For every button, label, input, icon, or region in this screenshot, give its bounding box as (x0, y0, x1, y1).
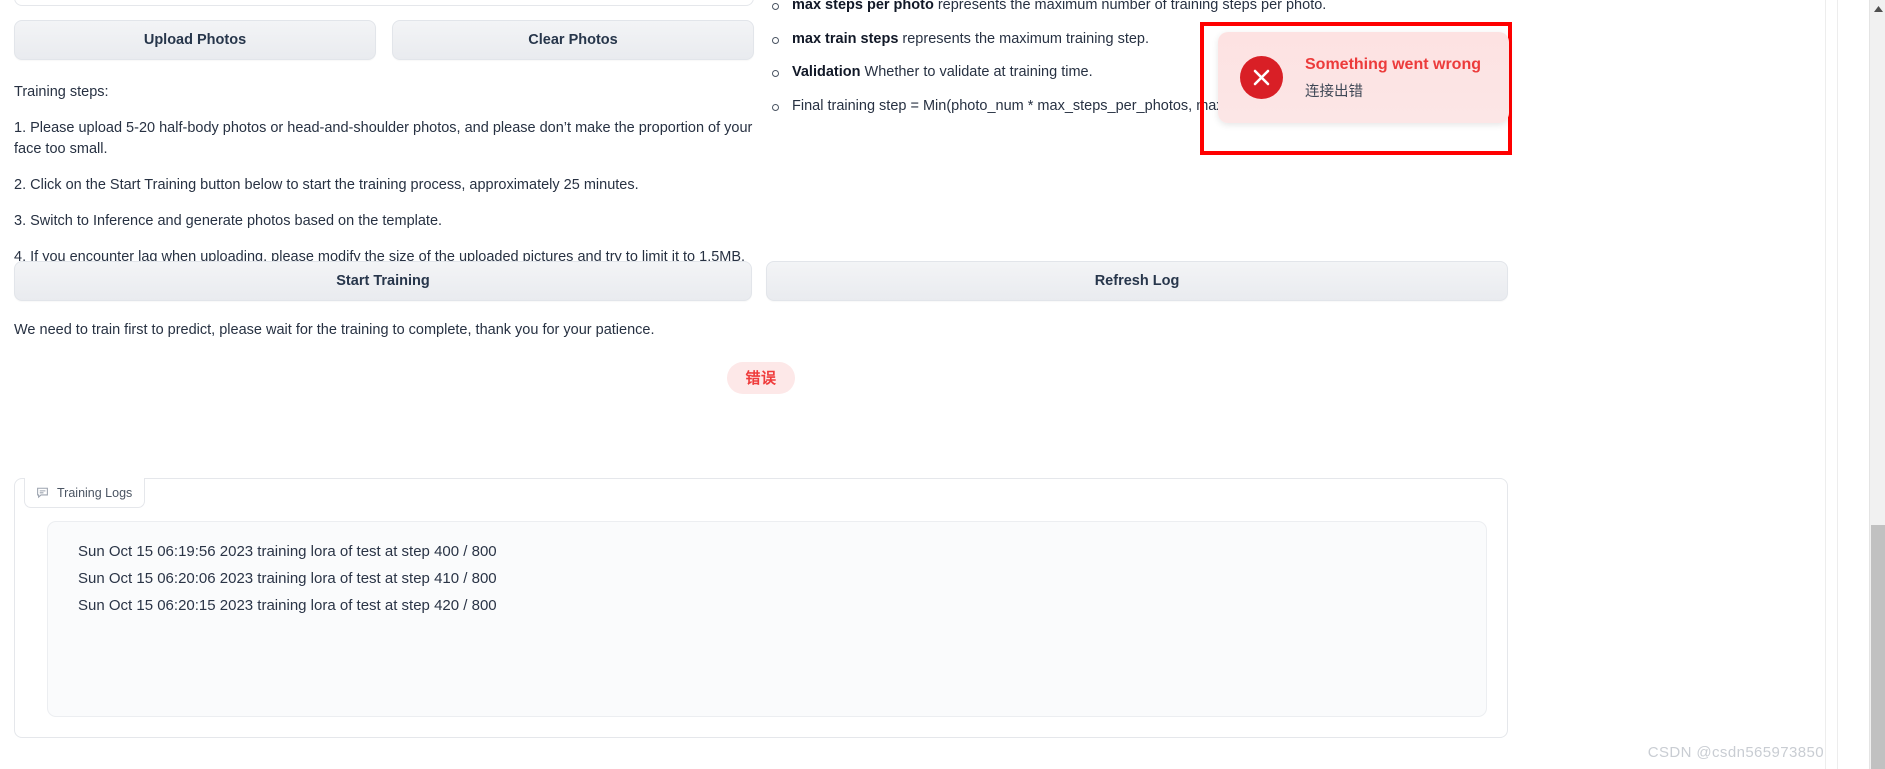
scrollbar-thumb[interactable] (1871, 525, 1885, 769)
start-training-button[interactable]: Start Training (14, 261, 752, 301)
help-term: max steps per photo (792, 0, 934, 13)
error-toast-title: Something went wrong (1305, 55, 1481, 73)
training-step-2: 2. Click on the Start Training button be… (14, 177, 639, 194)
watermark: CSDN @csdn565973850 (1647, 744, 1824, 761)
training-step-3: 3. Switch to Inference and generate phot… (14, 213, 443, 230)
training-steps-text: Training steps: 1. Please upload 5-20 ha… (14, 82, 754, 268)
help-desc: represents the maximum number of trainin… (933, 0, 1327, 13)
error-toast-message: 连接出错 (1305, 83, 1363, 100)
help-term: max train steps (792, 30, 899, 47)
tab-training-logs-label: Training Logs (57, 485, 133, 500)
training-steps-heading: Training steps: (14, 84, 109, 100)
inner-scroll-rail (1837, 0, 1838, 769)
status-badge-container: 错误 (0, 362, 1522, 394)
photo-upload-section: Upload Photos Clear Photos Training step… (14, 0, 754, 283)
training-status-note: We need to train first to predict, pleas… (14, 322, 655, 338)
photo-button-row: Upload Photos Clear Photos (14, 20, 754, 60)
log-line: Sun Oct 15 06:20:15 2023 training lora o… (78, 597, 497, 614)
log-line: Sun Oct 15 06:19:56 2023 training lora o… (78, 543, 497, 560)
inner-scroll-rail (1825, 0, 1826, 769)
action-button-row: Start Training Refresh Log (14, 261, 1508, 301)
error-toast[interactable]: Something went wrong 连接出错 (1218, 32, 1509, 123)
page-content: Upload Photos Clear Photos Training step… (0, 0, 1856, 769)
clear-photos-button[interactable]: Clear Photos (392, 20, 754, 60)
help-item-max-steps-per-photo: max steps per photo represents the maxim… (770, 0, 1510, 16)
help-desc: Final training step = Min(photo_num * ma… (792, 97, 1249, 114)
help-term: Validation (792, 64, 861, 81)
tab-training-logs[interactable]: Training Logs (24, 478, 146, 508)
error-toast-text: Something went wrong 连接出错 (1305, 55, 1481, 101)
help-desc: Whether to validate at training time. (860, 64, 1093, 81)
browser-scrollbar[interactable] (1869, 0, 1885, 769)
note-bubble-icon (36, 486, 49, 499)
upload-photos-button[interactable]: Upload Photos (14, 20, 376, 60)
training-logs-panel: Training Logs Sun Oct 15 06:19:56 2023 t… (14, 478, 1508, 738)
status-badge: 错误 (727, 362, 795, 394)
training-log-output[interactable]: Sun Oct 15 06:19:56 2023 training lora o… (47, 521, 1487, 717)
help-desc: represents the maximum training step. (898, 30, 1150, 47)
log-line: Sun Oct 15 06:20:06 2023 training lora o… (78, 570, 497, 587)
photo-gallery-box (14, 0, 754, 6)
scroll-up-arrow-icon[interactable] (1870, 0, 1885, 17)
refresh-log-button[interactable]: Refresh Log (766, 261, 1508, 301)
application-window: Upload Photos Clear Photos Training step… (0, 0, 1885, 769)
training-step-1: 1. Please upload 5-20 half-body photos o… (14, 120, 753, 158)
error-x-circle-icon (1240, 56, 1283, 99)
